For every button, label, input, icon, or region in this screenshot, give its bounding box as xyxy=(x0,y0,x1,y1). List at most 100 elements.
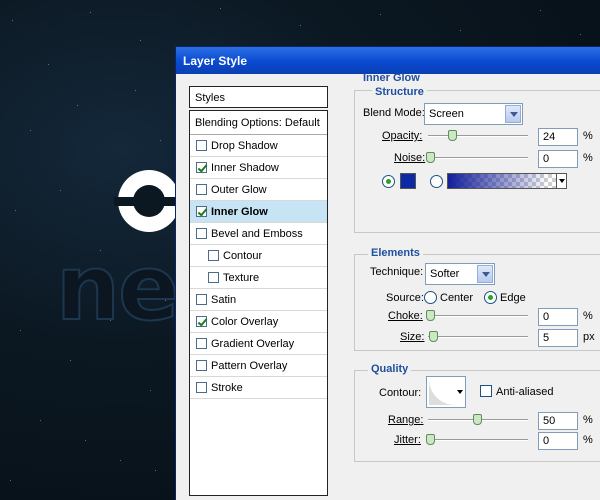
source-center-label: Center xyxy=(440,292,474,304)
style-item-label: Stroke xyxy=(211,381,243,394)
blending-options-item[interactable]: Blending Options: Default xyxy=(190,110,327,135)
source-center-radio[interactable] xyxy=(424,291,437,304)
range-slider-handle[interactable] xyxy=(473,414,482,425)
style-checkbox[interactable] xyxy=(196,206,207,217)
size-unit: px xyxy=(583,331,595,343)
style-checkbox[interactable] xyxy=(196,184,207,195)
solid-color-radio[interactable] xyxy=(382,175,395,188)
style-checkbox[interactable] xyxy=(196,140,207,151)
style-checkbox[interactable] xyxy=(196,316,207,327)
structure-title: Structure xyxy=(372,86,427,98)
quality-title: Quality xyxy=(368,363,412,375)
chevron-down-icon[interactable] xyxy=(477,265,493,283)
style-checkbox[interactable] xyxy=(196,162,207,173)
style-checkbox[interactable] xyxy=(196,228,207,239)
anti-aliased-checkbox[interactable] xyxy=(480,385,492,397)
elements-title: Elements xyxy=(368,247,423,259)
blend-mode-label: Blend Mode: xyxy=(363,107,425,119)
blend-mode-value: Screen xyxy=(429,108,464,120)
range-input[interactable]: 50 xyxy=(538,412,578,430)
style-item-label: Pattern Overlay xyxy=(211,359,288,372)
style-item-bevel-and-emboss[interactable]: Bevel and Emboss xyxy=(190,223,327,245)
style-item-contour[interactable]: Contour xyxy=(190,245,327,267)
style-checkbox[interactable] xyxy=(208,272,219,283)
jitter-input[interactable]: 0 xyxy=(538,432,578,450)
noise-slider[interactable] xyxy=(428,157,528,159)
style-item-label: Inner Shadow xyxy=(211,161,279,174)
style-checkbox[interactable] xyxy=(196,382,207,393)
size-slider-handle[interactable] xyxy=(429,331,438,342)
noise-slider-handle[interactable] xyxy=(426,152,435,163)
noise-input[interactable]: 0 xyxy=(538,150,578,168)
chevron-down-icon[interactable] xyxy=(457,390,463,394)
dialog-body: Styles Blending Options: Default Drop Sh… xyxy=(176,72,600,500)
jitter-label: Jitter: xyxy=(394,434,421,446)
chevron-down-icon[interactable] xyxy=(556,174,566,188)
technique-select[interactable]: Softer xyxy=(425,263,495,285)
choke-slider-handle[interactable] xyxy=(426,310,435,321)
contour-curve-icon xyxy=(429,379,455,405)
source-edge-radio[interactable] xyxy=(484,291,497,304)
style-item-inner-shadow[interactable]: Inner Shadow xyxy=(190,157,327,179)
range-label: Range: xyxy=(388,414,424,426)
size-input[interactable]: 5 xyxy=(538,329,578,347)
inner-glow-panel: Inner Glow Structure Blend Mode: Screen … xyxy=(346,72,600,500)
choke-unit: % xyxy=(583,310,593,322)
style-item-label: Gradient Overlay xyxy=(211,337,295,350)
logo-artwork xyxy=(114,170,194,232)
style-item-label: Satin xyxy=(211,293,237,306)
styles-panel: Styles Blending Options: Default Drop Sh… xyxy=(189,86,328,498)
inner-glow-title: Inner Glow xyxy=(363,72,420,84)
style-checkbox[interactable] xyxy=(196,338,207,349)
glow-text-artwork: ne xyxy=(55,236,180,341)
style-item-label: Contour xyxy=(223,249,263,262)
contour-picker[interactable] xyxy=(426,376,466,408)
glow-gradient-picker[interactable] xyxy=(447,173,567,189)
size-slider[interactable] xyxy=(428,336,528,338)
blend-mode-select[interactable]: Screen xyxy=(424,103,523,125)
jitter-unit: % xyxy=(583,434,593,446)
dialog-title[interactable]: Layer Style xyxy=(176,47,600,74)
style-item-label: Texture xyxy=(223,271,260,284)
opacity-slider[interactable] xyxy=(428,135,528,137)
jitter-slider-handle[interactable] xyxy=(426,434,435,445)
range-unit: % xyxy=(583,414,593,426)
style-item-satin[interactable]: Satin xyxy=(190,289,327,311)
style-item-label: Inner Glow xyxy=(211,205,268,218)
style-checkbox[interactable] xyxy=(196,294,207,305)
technique-label: Technique: xyxy=(370,266,424,278)
style-item-color-overlay[interactable]: Color Overlay xyxy=(190,311,327,333)
source-edge-label: Edge xyxy=(500,292,526,304)
contour-label: Contour: xyxy=(379,387,422,399)
noise-label: Noise: xyxy=(394,152,426,164)
styles-header[interactable]: Styles xyxy=(189,86,328,108)
style-item-pattern-overlay[interactable]: Pattern Overlay xyxy=(190,355,327,377)
technique-value: Softer xyxy=(430,268,460,280)
chevron-down-icon[interactable] xyxy=(505,105,521,123)
choke-slider[interactable] xyxy=(428,315,528,317)
layer-style-dialog: Layer Style Styles Blending Options: Def… xyxy=(175,46,600,500)
opacity-slider-handle[interactable] xyxy=(448,130,457,141)
style-item-label: Bevel and Emboss xyxy=(211,227,303,240)
style-item-stroke[interactable]: Stroke xyxy=(190,377,327,399)
style-item-label: Color Overlay xyxy=(211,315,279,328)
style-item-texture[interactable]: Texture xyxy=(190,267,327,289)
styles-list: Blending Options: Default Drop Shadow Inn… xyxy=(189,110,328,496)
style-item-gradient-overlay[interactable]: Gradient Overlay xyxy=(190,333,327,355)
choke-label: Choke: xyxy=(388,310,423,322)
gradient-radio[interactable] xyxy=(430,175,443,188)
style-item-label: Drop Shadow xyxy=(211,139,278,152)
style-item-label: Outer Glow xyxy=(211,183,267,196)
opacity-unit: % xyxy=(583,130,593,142)
jitter-slider[interactable] xyxy=(428,439,528,441)
style-item-inner-glow[interactable]: Inner Glow xyxy=(190,201,327,223)
style-item-outer-glow[interactable]: Outer Glow xyxy=(190,179,327,201)
opacity-input[interactable]: 24 xyxy=(538,128,578,146)
source-label: Source: xyxy=(386,292,424,304)
style-item-drop-shadow[interactable]: Drop Shadow xyxy=(190,135,327,157)
anti-aliased-label: Anti-aliased xyxy=(496,386,554,398)
choke-input[interactable]: 0 xyxy=(538,308,578,326)
style-checkbox[interactable] xyxy=(196,360,207,371)
style-checkbox[interactable] xyxy=(208,250,219,261)
glow-color-swatch[interactable] xyxy=(400,173,416,189)
